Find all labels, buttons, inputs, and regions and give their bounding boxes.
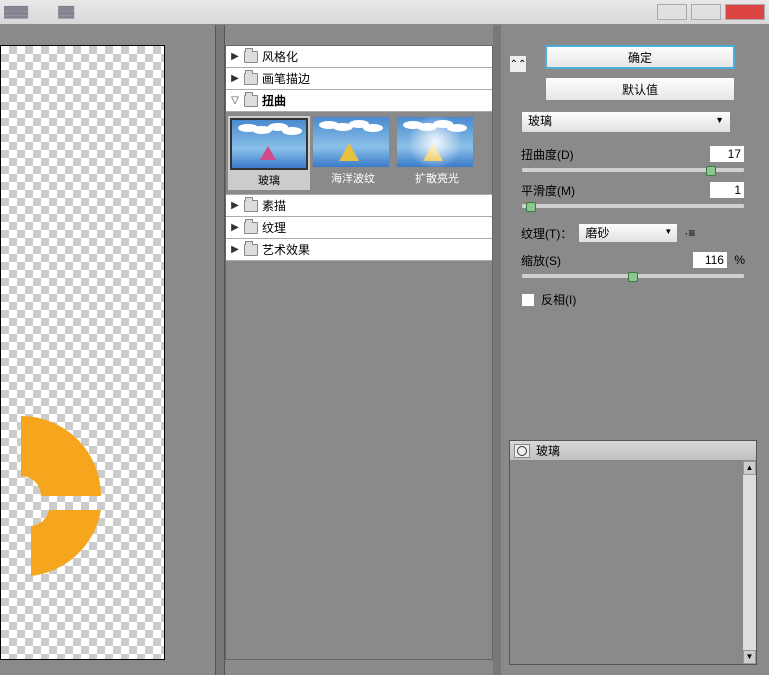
gutter (493, 25, 501, 675)
canvas[interactable] (0, 45, 165, 660)
invert-checkbox[interactable] (521, 293, 535, 307)
scroll-down-button[interactable]: ▼ (743, 650, 756, 664)
category-distort[interactable]: ▽ 扭曲 (226, 90, 492, 112)
smoothness-label: 平滑度(M) (521, 182, 575, 199)
distortion-label: 扭曲度(D) (521, 146, 574, 163)
current-filter-select[interactable]: 玻璃 (521, 111, 731, 133)
category-label: 画笔描边 (262, 70, 310, 87)
filter-ocean-ripple[interactable]: 海洋波纹 (312, 116, 394, 190)
triangle-right-icon: ▶ (230, 244, 240, 255)
category-label: 素描 (262, 197, 286, 214)
distortion-input[interactable] (709, 145, 745, 163)
close-button[interactable] (725, 4, 765, 20)
canvas-pane (0, 25, 215, 675)
category-label: 扭曲 (262, 92, 286, 109)
effect-layers-empty (510, 461, 742, 664)
category-texture[interactable]: ▶ 纹理 (226, 217, 492, 239)
triangle-down-icon: ▽ (230, 95, 240, 106)
texture-value: 磨砂 (585, 226, 609, 240)
triangle-right-icon: ▶ (230, 222, 240, 233)
smoothness-slider[interactable] (521, 203, 745, 209)
effect-layers-panel: 玻璃 ▲ ▼ (509, 440, 757, 665)
triangle-right-icon: ▶ (230, 73, 240, 84)
param-scaling: 缩放(S) % (521, 251, 745, 279)
texture-select[interactable]: 磨砂 (578, 223, 678, 243)
category-label: 纹理 (262, 219, 286, 236)
texture-row: 纹理(T)： 磨砂 ·≡ (521, 223, 745, 243)
effect-layer-row[interactable]: 玻璃 (510, 441, 756, 461)
folder-icon (244, 73, 258, 85)
scrollbar[interactable]: ▲ ▼ (742, 461, 756, 664)
param-distortion: 扭曲度(D) (521, 145, 745, 173)
scaling-input[interactable] (692, 251, 728, 269)
triangle-right-icon: ▶ (230, 200, 240, 211)
category-label: 风格化 (262, 48, 298, 65)
category-sketch[interactable]: ▶ 素描 (226, 195, 492, 217)
visibility-eye-icon[interactable] (514, 444, 530, 458)
scaling-label: 缩放(S) (521, 252, 561, 269)
category-label: 艺术效果 (262, 241, 310, 258)
filter-thumbnails: 玻璃 海洋波纹 扩散亮光 (226, 112, 492, 195)
titlebar: ▓▓▓ ▓▓ (0, 0, 769, 25)
invert-label: 反相(I) (541, 291, 576, 308)
slider-thumb[interactable] (526, 202, 536, 212)
folder-icon (244, 200, 258, 212)
distortion-slider[interactable] (521, 167, 745, 173)
param-smoothness: 平滑度(M) (521, 181, 745, 209)
slider-thumb[interactable] (628, 272, 638, 282)
texture-label: 纹理(T)： (521, 225, 572, 242)
maximize-button[interactable] (691, 4, 721, 20)
folder-icon (244, 222, 258, 234)
folder-icon (244, 95, 258, 107)
texture-menu-icon[interactable]: ·≡ (684, 226, 698, 240)
triangle-right-icon: ▶ (230, 51, 240, 62)
defaults-button[interactable]: 默认值 (545, 77, 735, 101)
expand-collapse-button[interactable]: ⌃⌃ (509, 55, 527, 73)
filter-list-empty (226, 261, 492, 659)
filter-diffuse-glow[interactable]: 扩散亮光 (396, 116, 478, 190)
smoothness-input[interactable] (709, 181, 745, 199)
scaling-unit: % (734, 253, 745, 267)
slider-thumb[interactable] (706, 166, 716, 176)
category-brushstrokes[interactable]: ▶ 画笔描边 (226, 68, 492, 90)
folder-icon (244, 51, 258, 63)
invert-row: 反相(I) (521, 291, 745, 308)
category-stylize[interactable]: ▶ 风格化 (226, 46, 492, 68)
effect-layer-label: 玻璃 (536, 442, 560, 459)
scroll-up-button[interactable]: ▲ (743, 461, 756, 475)
divider[interactable] (215, 25, 225, 675)
category-artistic[interactable]: ▶ 艺术效果 (226, 239, 492, 261)
ok-button[interactable]: 确定 (545, 45, 735, 69)
folder-icon (244, 244, 258, 256)
minimize-button[interactable] (657, 4, 687, 20)
scaling-slider[interactable] (521, 273, 745, 279)
current-filter-value: 玻璃 (528, 114, 552, 128)
filter-glass[interactable]: 玻璃 (228, 116, 310, 190)
settings-pane: ⌃⌃ 确定 默认值 玻璃 扭曲度(D) 平滑度(M) 纹理(T)： (501, 25, 769, 675)
filter-gallery-pane: ▶ 风格化 ▶ 画笔描边 ▽ 扭曲 玻璃 海 (225, 25, 493, 675)
title-blur: ▓▓▓ (4, 6, 28, 18)
artwork-shape (0, 416, 101, 576)
